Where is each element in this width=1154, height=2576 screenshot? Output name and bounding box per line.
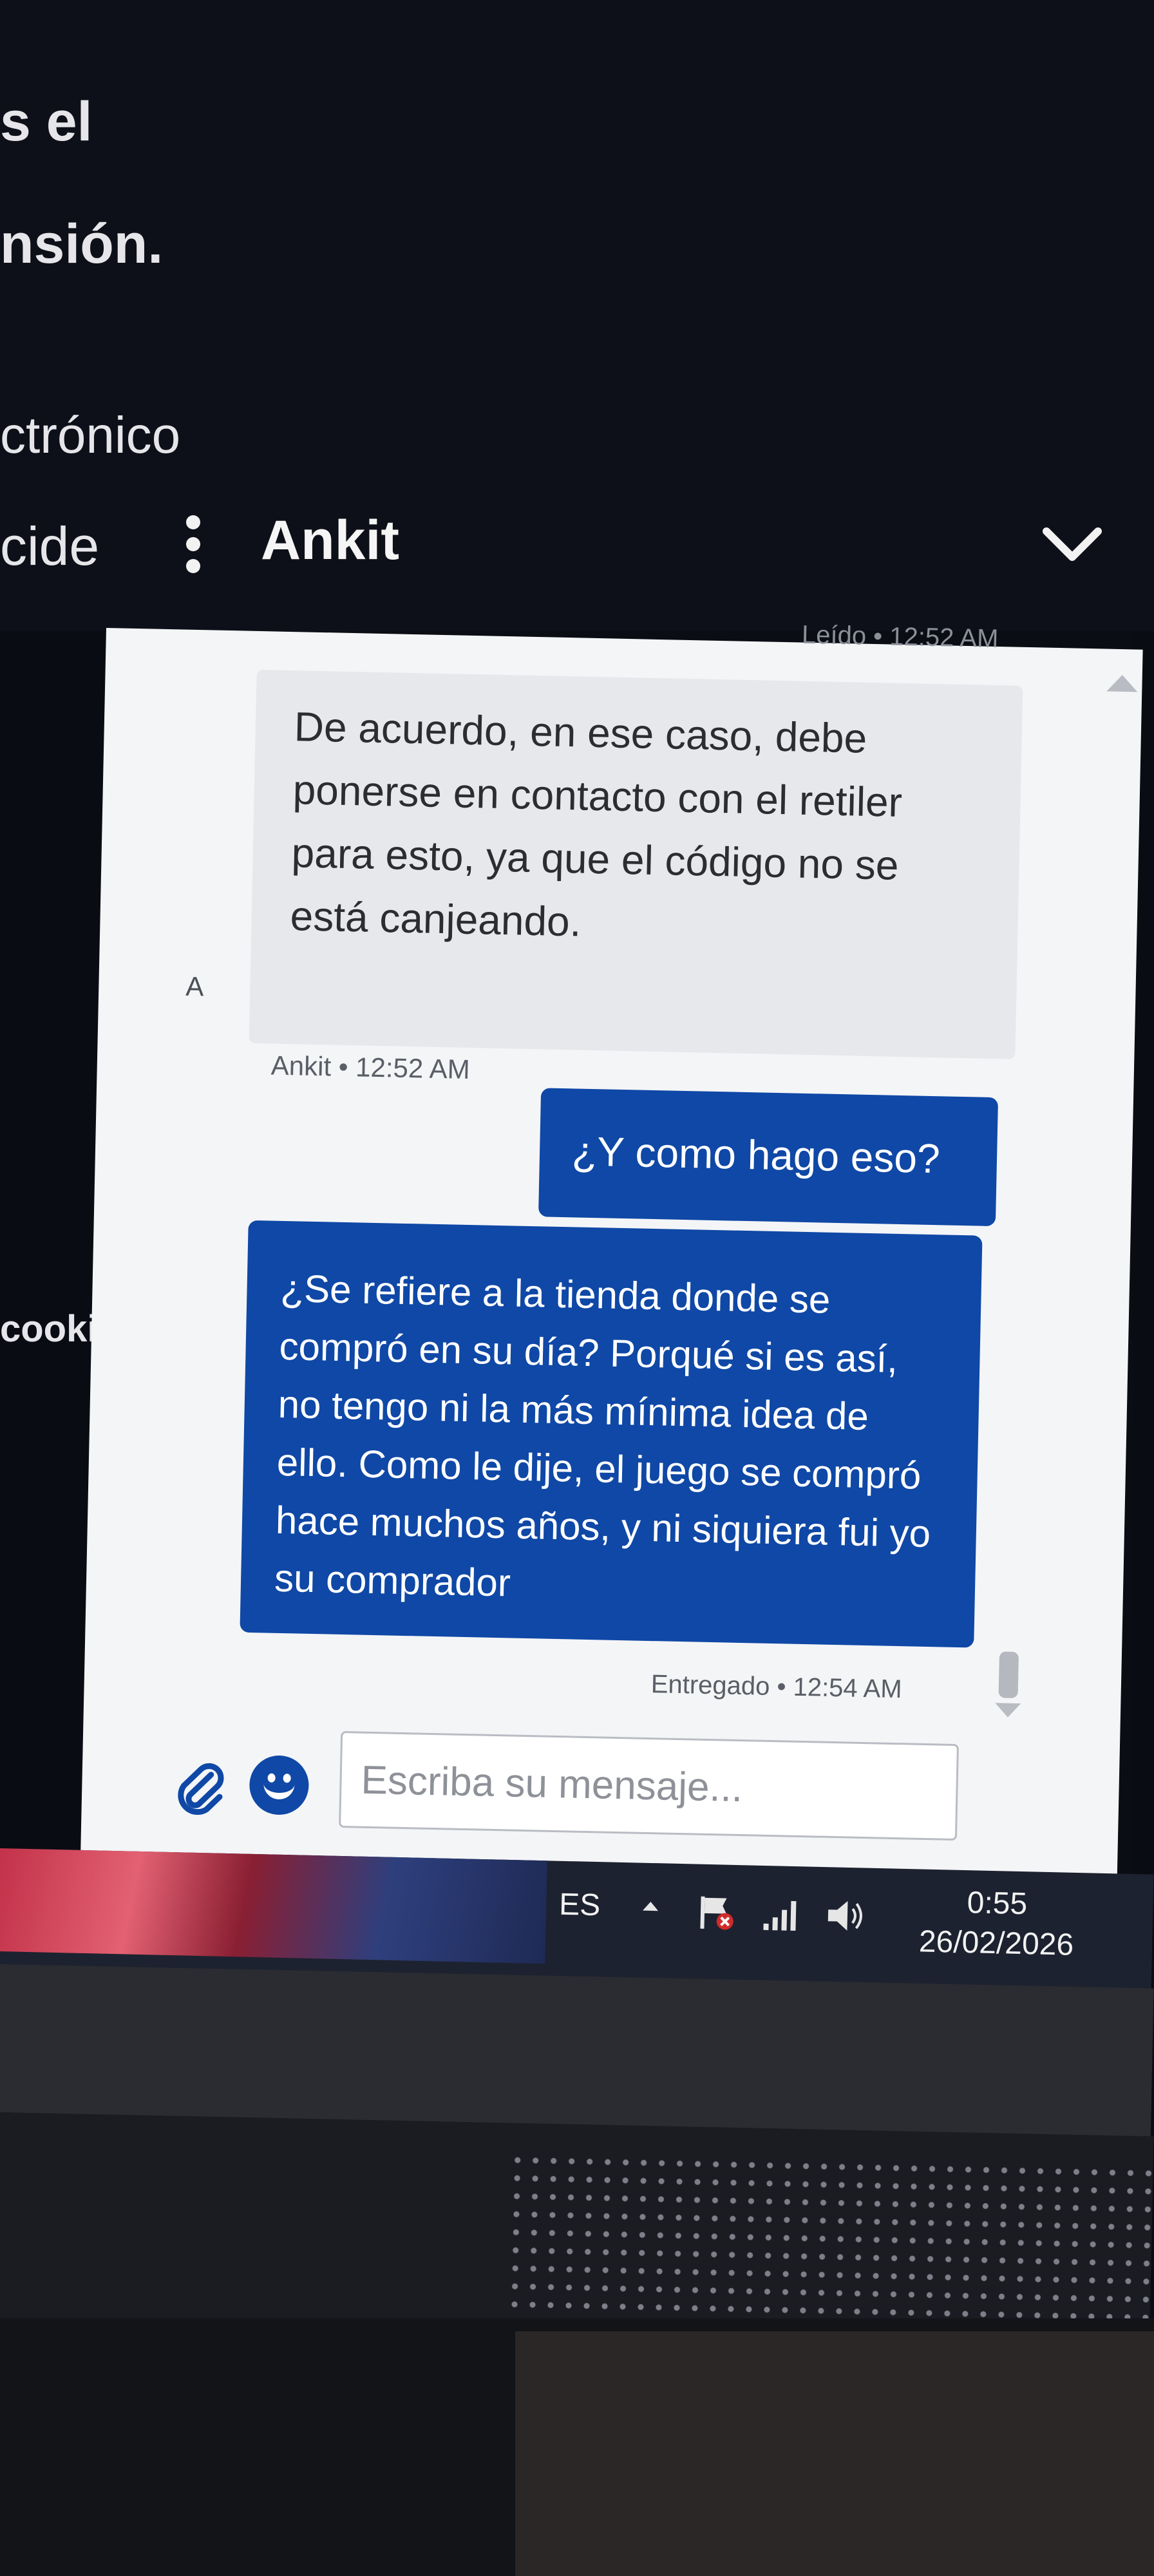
clock-time: 0:55	[967, 1886, 1028, 1922]
action-center-flag-icon[interactable]	[694, 1889, 740, 1936]
delivery-status: Entregado • 12:54 AM	[650, 1670, 903, 1704]
attach-icon[interactable]	[171, 1760, 231, 1819]
avatar: A	[185, 971, 204, 1002]
chat-window: Leído • 12:52 AM De acuerdo, en ese caso…	[79, 621, 1143, 1912]
system-clock[interactable]: 0:55 26/02/2026	[912, 1882, 1081, 1965]
desk-surface-right	[515, 2331, 1154, 2576]
kebab-menu-icon[interactable]	[174, 515, 213, 586]
background-text-fragment: cide	[0, 516, 100, 576]
signal-icon[interactable]	[758, 1891, 804, 1938]
language-indicator[interactable]: ES	[559, 1887, 601, 1923]
user-message-bubble: ¿Se refiere a la tienda donde se compró …	[240, 1220, 983, 1648]
read-receipt: Leído • 12:52 AM	[801, 620, 999, 654]
chevron-down-icon[interactable]	[1037, 515, 1108, 573]
background-text-fragment: ctrónico	[0, 406, 181, 464]
message-meta: Ankit • 12:52 AM	[270, 1050, 471, 1084]
volume-icon[interactable]	[822, 1893, 869, 1939]
message-input[interactable]	[339, 1731, 959, 1841]
scroll-up-icon[interactable]	[1106, 674, 1138, 692]
agent-name: Ankit	[261, 509, 399, 571]
clock-date: 26/02/2026	[918, 1924, 1074, 1962]
speaker-grille	[505, 2151, 1153, 2332]
chat-header: Ankit	[148, 502, 1133, 625]
agent-message-bubble: De acuerdo, en ese caso, debe ponerse en…	[249, 669, 1023, 1059]
wallpaper-strip	[0, 1848, 547, 1964]
tray-arrow-icon[interactable]	[643, 1901, 659, 1911]
monitor-bezel	[0, 1964, 1154, 2137]
scroll-down-icon[interactable]	[994, 1703, 1021, 1718]
background-text-fragment: s el	[0, 91, 93, 153]
user-message-bubble: ¿Y como hago eso?	[538, 1088, 999, 1227]
background-text-fragment: nsión.	[0, 213, 164, 275]
scrollbar-thumb[interactable]	[998, 1651, 1019, 1699]
emoji-icon[interactable]	[249, 1755, 310, 1815]
